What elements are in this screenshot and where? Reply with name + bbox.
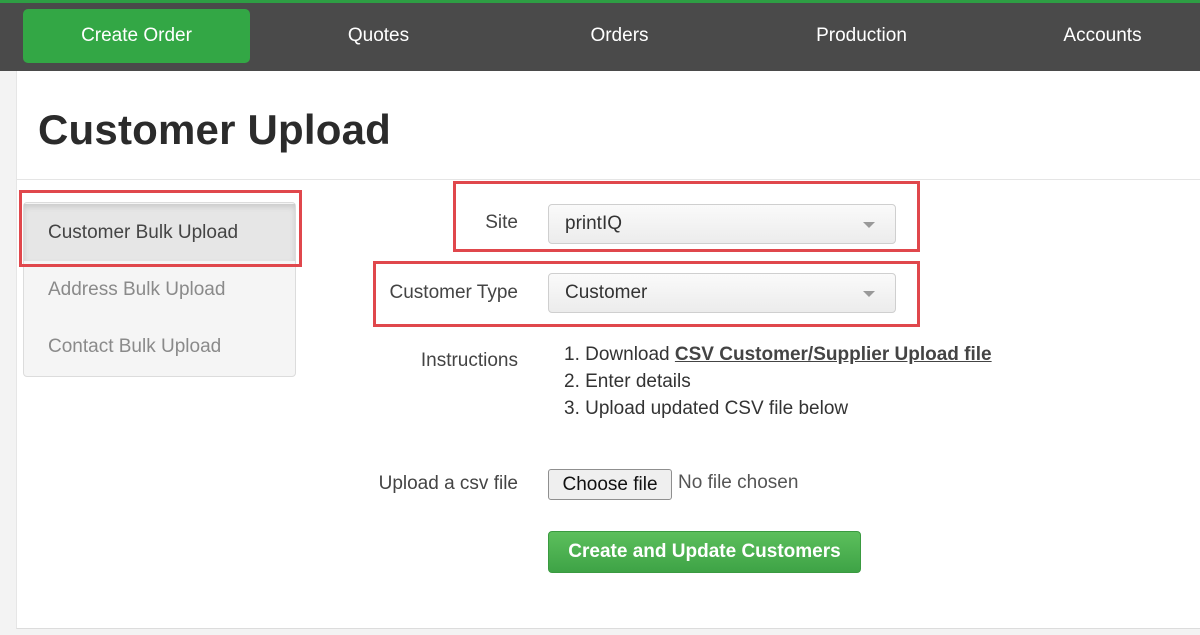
instruction-step-2: 2. Enter details (564, 371, 691, 392)
create-update-customers-button[interactable]: Create and Update Customers (548, 531, 861, 573)
file-status-text: No file chosen (678, 472, 799, 493)
instruction-step-1-text: 1. Download (564, 344, 675, 365)
side-item-contact-bulk-upload[interactable]: Contact Bulk Upload (24, 318, 295, 375)
nav-create-order[interactable]: Create Order (23, 9, 250, 63)
nav-production[interactable]: Production (748, 9, 975, 63)
side-item-address-bulk-upload[interactable]: Address Bulk Upload (24, 261, 295, 318)
nav-accounts[interactable]: Accounts (989, 9, 1200, 63)
instruction-step-1: 1. Download CSV Customer/Supplier Upload… (564, 344, 992, 366)
title-divider (17, 179, 1200, 180)
csv-template-download-link[interactable]: CSV Customer/Supplier Upload file (675, 344, 992, 365)
page-title: Customer Upload (38, 106, 392, 153)
highlight-box-customer-type (373, 261, 920, 327)
highlight-box-site (453, 181, 920, 252)
nav-quotes[interactable]: Quotes (265, 9, 492, 63)
instruction-step-3: 3. Upload updated CSV file below (564, 398, 849, 419)
highlight-box-sidebar (19, 190, 302, 267)
upload-label: Upload a csv file (378, 473, 518, 494)
top-nav-bar: Create Order Quotes Orders Production Ac… (0, 0, 1200, 71)
nav-orders[interactable]: Orders (506, 9, 733, 63)
choose-file-button[interactable]: Choose file (548, 469, 672, 500)
instructions-label: Instructions (420, 350, 518, 371)
